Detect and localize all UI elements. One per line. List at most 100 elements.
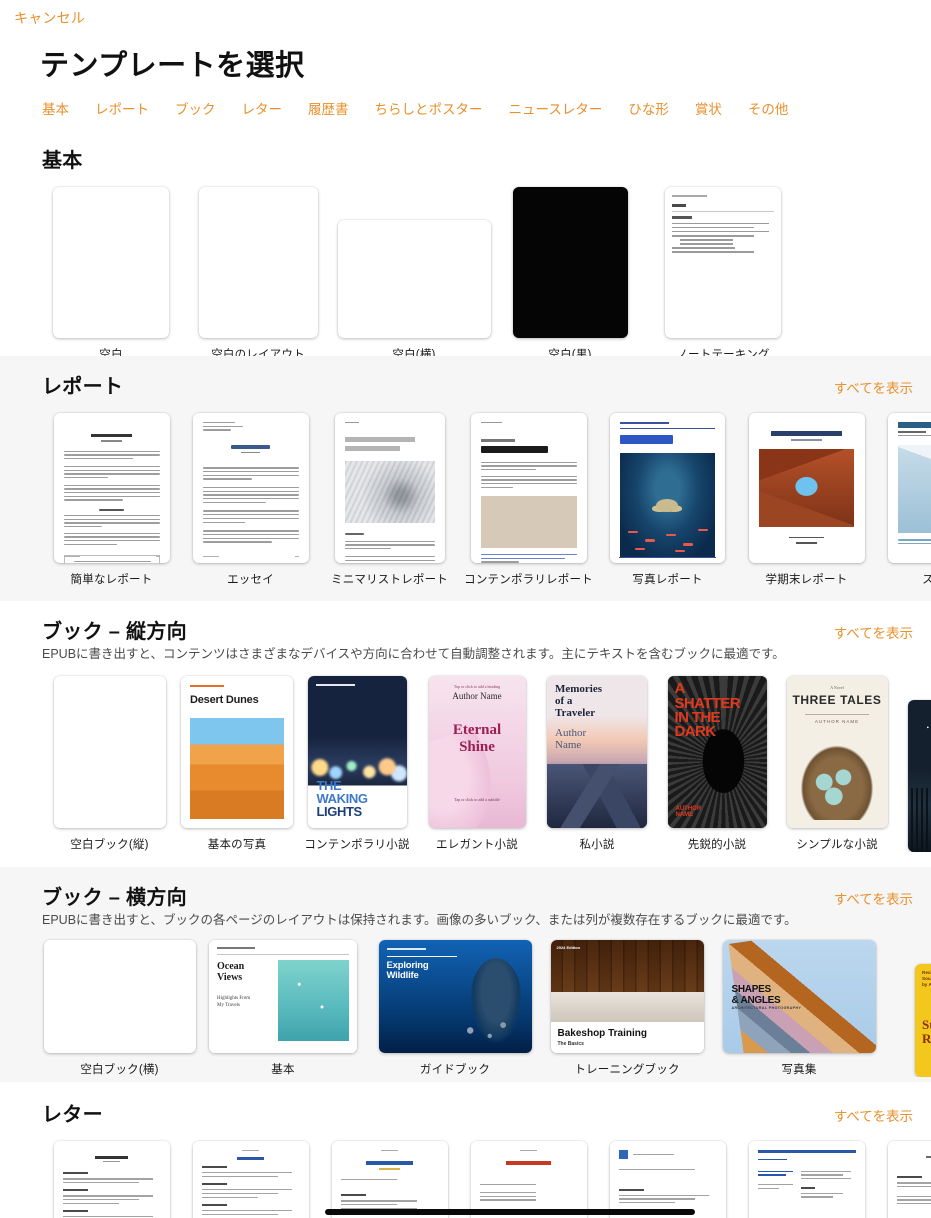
template-cell[interactable] [598,1141,737,1218]
template-cell[interactable]: 学期末レポート [737,413,876,587]
cover-badge: 2024 Edition [556,945,581,951]
template-cell[interactable]: コンテンポラリレポート [459,413,598,587]
template-caption: シンプルな小説 [796,839,878,852]
template-cell[interactable]: 空白ブック(縦) [42,676,177,852]
template-cell[interactable]: ミニマリストレポート [320,413,459,587]
section-title: レター [42,1104,103,1126]
cover-image-foreground [907,788,931,853]
tab-other[interactable]: その他 [748,98,789,118]
template-cell[interactable]: Ocean Views Highlights From My Travels 基本 [197,940,369,1077]
template-cell[interactable]: 空白(黒) [492,187,648,362]
template-thumbnail-photo-book[interactable]: SHAPES & ANGLES ARCHITECTURAL PHOTOGRAPHY [722,940,876,1054]
section-header-basic: 基本 [0,130,931,173]
cover-title: Bakeshop Training [557,1028,647,1040]
template-thumbnail-blank-book-portrait[interactable] [53,676,166,829]
template-cell[interactable]: Recipes forSoupsby Author StoRai [885,964,931,1078]
template-chooser-page: キャンセル テンプレートを選択 基本 レポート ブック レター 履歴書 ちらしと… [0,0,931,1218]
template-thumbnail-recipe-book-partial[interactable]: Recipes forSoupsby Author StoRai [915,964,931,1078]
template-cell[interactable]: 空白ブック(横) [42,940,197,1077]
template-caption: 私小説 [579,839,615,852]
section-title: ブック – 縦方向 [42,621,187,643]
template-thumbnail-basic-landscape-book[interactable]: Ocean Views Highlights From My Travels [209,940,357,1054]
template-cell[interactable] [42,1141,181,1218]
template-thumbnail-contemporary-novel[interactable]: THE WAKING LIGHTS [307,676,407,829]
cover-image [547,764,647,829]
template-thumbnail-letter-6[interactable] [748,1141,865,1218]
template-cell[interactable] [876,1141,931,1218]
template-cell[interactable]: Exploring Wildlife ガイドブック [369,940,541,1077]
template-cell[interactable]: エッセイ [181,413,320,587]
cancel-button[interactable]: キャンセル [14,8,85,28]
template-thumbnail-blank-layout[interactable] [198,187,318,338]
template-thumbnail-simple-novel[interactable]: A Novel THREE TALES AUTHOR NAME [786,676,888,829]
template-thumbnail-term-paper[interactable] [748,413,865,563]
template-thumbnail-blank-black[interactable] [512,187,628,338]
template-cell[interactable] [897,700,931,853]
tab-newsletter[interactable]: ニュースレター [509,98,603,118]
template-cell[interactable]: 2024 Edition Bakeshop Training The Basic… [541,940,713,1077]
template-thumbnail-letter-3[interactable] [331,1141,448,1218]
template-thumbnail-blank-book-landscape[interactable] [43,940,196,1054]
template-cell[interactable]: 空白(横) [336,220,492,362]
template-row-book-horizontal: 空白ブック(横) Ocean Views Highlights From My Tr… [0,928,931,1078]
tab-letter[interactable]: レター [242,98,283,118]
template-thumbnail-letter-2[interactable] [192,1141,309,1218]
template-cell[interactable] [459,1141,598,1218]
template-cell[interactable]: A SHATTER IN THE DARK AUTHOR NAME 先鋭的小説 [657,676,777,852]
show-all-link[interactable]: すべてを表示 [834,1105,913,1125]
template-cell[interactable]: 空白 [42,187,180,362]
tab-basic[interactable]: 基本 [42,98,69,118]
template-cell[interactable]: 簡単なレポート [42,413,181,587]
template-thumbnail-edgy-novel[interactable]: A SHATTER IN THE DARK AUTHOR NAME [667,676,767,829]
template-thumbnail-note-taking[interactable] [665,187,781,338]
template-thumbnail-basic-photo-book[interactable]: Desert Dunes [181,676,293,829]
template-thumbnail-guide-book[interactable]: Exploring Wildlife [378,940,532,1054]
cover-author: AUTHOR NAME [814,719,860,725]
page-title: テンプレートを選択 [40,50,305,82]
template-cell[interactable]: SHAPES & ANGLES ARCHITECTURAL PHOTOGRAPHY… [713,940,885,1077]
template-row-basic: 空白 空白のレイアウト 空白(横) 空白(黒) ノートテーキング [0,173,931,362]
section-letter: レター すべてを表示 [0,1082,931,1218]
template-cell[interactable] [737,1141,876,1218]
template-thumbnail-memoir[interactable]: Memories of a Traveler Author Name [547,676,647,829]
template-cell[interactable]: Memories of a Traveler Author Name 私小説 [537,676,657,852]
template-cell[interactable]: A Novel THREE TALES AUTHOR NAME シンプルな小説 [777,676,897,852]
template-cell[interactable] [320,1141,459,1218]
template-thumbnail-letter-4[interactable] [470,1141,587,1218]
cover-image-bubbles [458,999,520,1045]
template-cell[interactable]: スクール [876,413,931,587]
show-all-link[interactable]: すべてを表示 [834,622,913,642]
template-cell[interactable] [181,1141,320,1218]
template-cell[interactable]: 写真レポート [598,413,737,587]
tab-forms[interactable]: ひな形 [628,98,669,118]
template-thumbnail-blank-landscape[interactable] [337,220,491,338]
template-cell[interactable]: ノートテーキング [648,187,798,362]
template-caption: ミニマリストレポート [331,574,448,586]
tab-resume[interactable]: 履歴書 [308,98,349,118]
template-thumbnail-school-report[interactable] [887,413,931,563]
template-cell[interactable]: 空白のレイアウト [180,187,336,362]
show-all-link[interactable]: すべてを表示 [834,377,913,397]
template-thumbnail-elegant-novel[interactable]: Tap or click to add a heading Author Nam… [428,676,526,829]
template-cell[interactable]: Tap or click to add a heading Author Nam… [417,676,537,852]
template-thumbnail-letter-1[interactable] [53,1141,170,1218]
template-thumbnail-letter-7[interactable] [887,1141,931,1218]
tab-flyers-posters[interactable]: ちらしとポスター [375,98,483,118]
template-thumbnail-essay[interactable] [192,413,309,563]
horizontal-scrollbar[interactable] [325,1209,695,1215]
template-thumbnail-contemporary-report[interactable] [470,413,587,563]
template-thumbnail-simple-report[interactable] [53,413,170,563]
template-thumbnail-blank[interactable] [53,187,169,338]
template-thumbnail-training-book[interactable]: 2024 Edition Bakeshop Training The Basic… [550,940,704,1054]
show-all-link[interactable]: すべてを表示 [834,888,913,908]
tab-report[interactable]: レポート [95,98,149,118]
template-thumbnail-letter-5[interactable] [609,1141,726,1218]
template-cell[interactable]: THE WAKING LIGHTS コンテンポラリ小説 [297,676,417,852]
template-thumbnail-book-partial[interactable] [907,700,931,853]
template-cell[interactable]: Desert Dunes 基本の写真 [177,676,297,852]
tab-book[interactable]: ブック [175,98,216,118]
template-thumbnail-photo-report[interactable] [610,413,725,563]
template-thumbnail-minimalist-report[interactable] [334,413,445,563]
tab-certificates[interactable]: 賞状 [695,98,722,118]
template-caption: 写真集 [781,1064,817,1077]
